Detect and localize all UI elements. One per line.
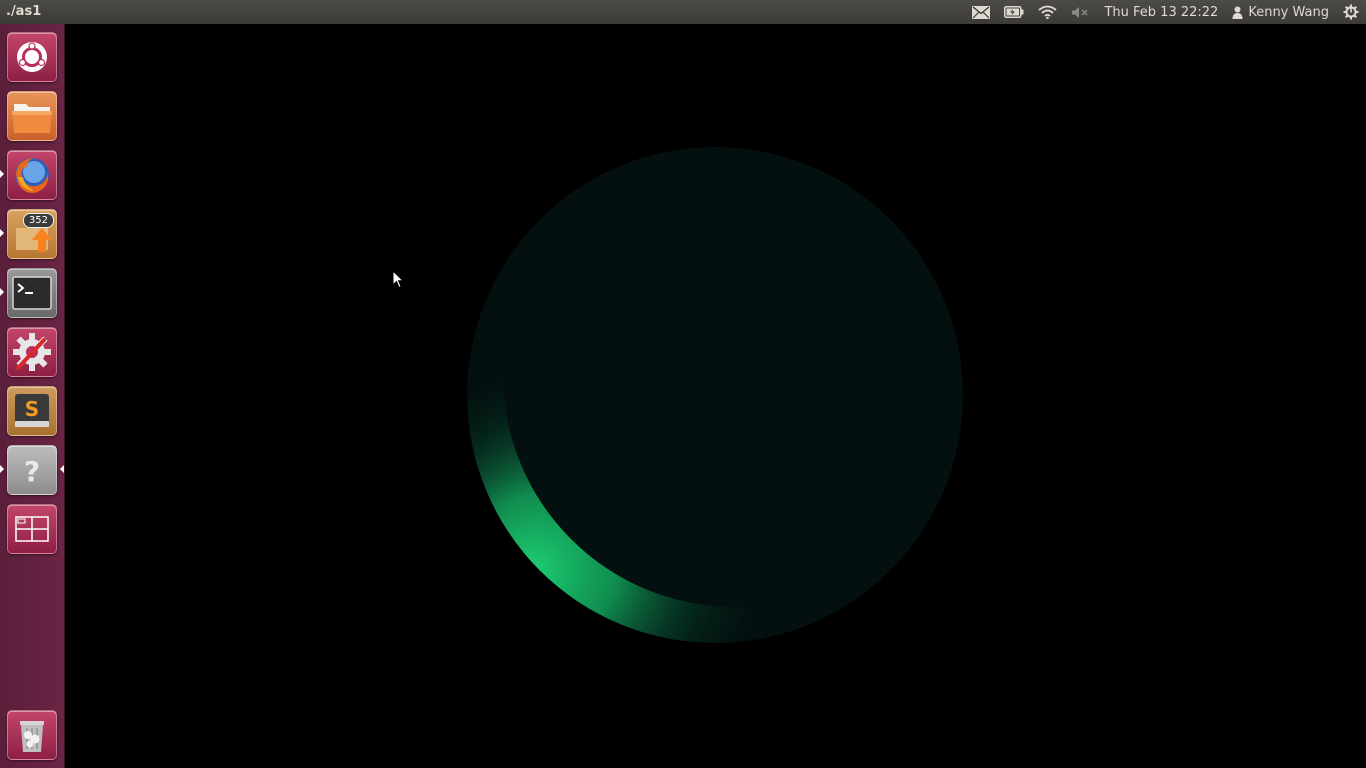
launcher-item-system-settings[interactable] <box>7 327 57 377</box>
launcher-item-firefox[interactable] <box>7 150 57 200</box>
messaging-indicator[interactable] <box>965 0 997 24</box>
launcher-item-dash-home[interactable] <box>7 32 57 82</box>
launcher-item-terminal[interactable] <box>7 268 57 318</box>
clock-text: Thu Feb 13 22:22 <box>1104 4 1219 20</box>
launcher-item-sublime-text[interactable]: S <box>7 386 57 436</box>
running-pip-firefox <box>0 170 4 178</box>
window-title: ./as1 <box>6 4 42 19</box>
running-pip-terminal <box>0 288 4 296</box>
clock-indicator[interactable]: Thu Feb 13 22:22 <box>1097 0 1225 24</box>
launcher-item-trash[interactable] <box>7 710 57 760</box>
question-mark-icon: ? <box>24 455 40 488</box>
battery-icon <box>1004 6 1024 18</box>
running-pip-update-manager <box>0 229 4 237</box>
launcher-item-files[interactable] <box>7 91 57 141</box>
volume-muted-icon <box>1072 6 1089 18</box>
battery-indicator[interactable] <box>997 0 1031 24</box>
sound-indicator[interactable] <box>1064 0 1097 24</box>
launcher-item-update-manager[interactable]: 352 <box>7 209 57 259</box>
user-icon <box>1232 6 1243 19</box>
network-indicator[interactable] <box>1031 0 1064 24</box>
sublime-text-icon: S <box>15 394 49 427</box>
session-gear-icon <box>1343 4 1359 20</box>
settings-icon <box>13 333 51 371</box>
running-pip-unknown-app <box>0 465 4 473</box>
launcher: 352 S ? <box>0 24 65 768</box>
sphere-specular-highlight <box>467 147 963 643</box>
session-indicator[interactable] <box>1336 0 1366 24</box>
svg-text:?: ? <box>24 455 40 488</box>
ubuntu-logo-icon <box>17 42 47 72</box>
folder-icon <box>12 104 52 133</box>
terminal-icon <box>12 276 52 310</box>
indicator-area: Thu Feb 13 22:22 Kenny Wang <box>965 0 1366 24</box>
user-indicator[interactable]: Kenny Wang <box>1225 0 1336 24</box>
app-render-area[interactable] <box>65 24 1366 768</box>
user-name: Kenny Wang <box>1248 4 1329 20</box>
svg-text:S: S <box>25 397 39 421</box>
trash-icon <box>20 721 44 752</box>
firefox-icon <box>15 158 49 193</box>
update-count-badge: 352 <box>22 213 54 228</box>
workspace-switcher-icon <box>15 516 49 542</box>
mail-icon <box>972 5 991 19</box>
launcher-item-workspace-switcher[interactable] <box>7 504 57 554</box>
mouse-pointer-icon <box>392 270 404 289</box>
shaded-sphere <box>467 147 963 643</box>
focused-pip-unknown-app <box>60 465 64 473</box>
launcher-item-unknown-app[interactable]: ? <box>7 445 57 495</box>
wifi-icon <box>1038 5 1058 19</box>
top-panel: ./as1 Thu Feb 13 22:22 Kenny Wang <box>0 0 1366 24</box>
